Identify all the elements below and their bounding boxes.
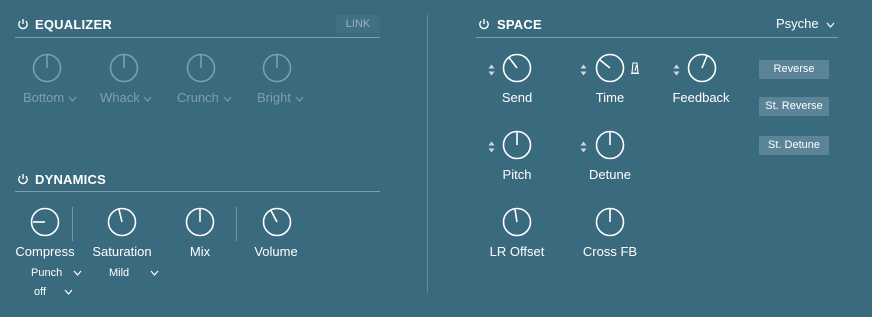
- detune-knob[interactable]: [595, 130, 625, 160]
- saturation-label: Saturation: [92, 244, 152, 259]
- bright-knob[interactable]: [262, 53, 292, 83]
- tempo-sync-icon[interactable]: [631, 61, 639, 79]
- crunch-selector[interactable]: Crunch: [177, 90, 232, 105]
- send-knob[interactable]: [502, 53, 532, 83]
- feedback-knob[interactable]: [687, 53, 717, 83]
- bottom-knob[interactable]: [32, 53, 62, 83]
- crunch-label: Crunch: [177, 90, 219, 105]
- equalizer-divider: [15, 37, 380, 38]
- chevron-down-icon: [68, 96, 77, 102]
- pitch-mod-arrows-icon[interactable]: [488, 140, 495, 153]
- equalizer-power-icon[interactable]: [17, 18, 29, 30]
- compress-label: Compress: [15, 244, 75, 259]
- volume-knob[interactable]: [262, 207, 292, 237]
- equalizer-title: EQUALIZER: [35, 17, 112, 32]
- compress-mode-selector[interactable]: Punch: [31, 267, 82, 279]
- lr-offset-knob[interactable]: [502, 207, 532, 237]
- lr-offset-label: LR Offset: [489, 244, 545, 259]
- space-power-icon[interactable]: [478, 18, 490, 30]
- compress-mode-value: Punch: [31, 267, 63, 279]
- compress-sub-value: off: [34, 286, 47, 298]
- pitch-label: Pitch: [502, 167, 532, 182]
- reverse-button[interactable]: Reverse: [759, 60, 829, 79]
- send-mod-arrows-icon[interactable]: [488, 63, 495, 76]
- dynamics-title: DYNAMICS: [35, 172, 106, 187]
- crunch-knob[interactable]: [186, 53, 216, 83]
- saturation-mode-selector[interactable]: Mild: [109, 267, 159, 279]
- space-title: SPACE: [497, 17, 542, 32]
- feedback-label: Feedback: [672, 90, 730, 105]
- send-label: Send: [501, 90, 533, 105]
- st-reverse-button[interactable]: St. Reverse: [759, 97, 829, 116]
- time-knob[interactable]: [595, 53, 625, 83]
- mix-knob[interactable]: [185, 207, 215, 237]
- compress-knob[interactable]: [30, 207, 60, 237]
- bottom-label: Bottom: [23, 90, 65, 105]
- section-divider: [427, 15, 428, 293]
- compress-sub-selector[interactable]: off: [34, 286, 73, 298]
- detune-label: Detune: [589, 167, 631, 182]
- chevron-down-icon: [143, 96, 152, 102]
- detune-mod-arrows-icon[interactable]: [580, 140, 587, 153]
- chevron-down-icon: [64, 289, 73, 296]
- whack-label: Whack: [100, 90, 140, 105]
- cross-fb-label: Cross FB: [582, 244, 638, 259]
- link-button[interactable]: LINK: [336, 15, 380, 33]
- saturation-knob[interactable]: [107, 207, 137, 237]
- chevron-down-icon: [73, 270, 82, 277]
- dynamics-power-icon[interactable]: [17, 173, 29, 185]
- st-detune-button[interactable]: St. Detune: [759, 136, 829, 155]
- pitch-knob[interactable]: [502, 130, 532, 160]
- whack-selector[interactable]: Whack: [100, 90, 152, 105]
- dynamics-divider: [15, 191, 380, 192]
- feedback-mod-arrows-icon[interactable]: [673, 63, 680, 76]
- bright-label: Bright: [257, 90, 291, 105]
- saturation-mode-value: Mild: [109, 267, 130, 279]
- space-preset-value: Psyche: [776, 16, 819, 31]
- bottom-selector[interactable]: Bottom: [23, 90, 77, 105]
- cross-fb-knob[interactable]: [595, 207, 625, 237]
- time-label: Time: [595, 90, 625, 105]
- whack-knob[interactable]: [109, 53, 139, 83]
- space-preset-selector[interactable]: Psyche: [776, 16, 835, 31]
- mix-label: Mix: [189, 244, 211, 259]
- dynamics-separator: [236, 207, 237, 241]
- chevron-down-icon: [826, 22, 835, 28]
- space-divider: [476, 37, 838, 38]
- volume-label: Volume: [254, 244, 298, 259]
- chevron-down-icon: [295, 96, 304, 102]
- dynamics-separator: [72, 207, 73, 241]
- time-mod-arrows-icon[interactable]: [580, 63, 587, 76]
- chevron-down-icon: [223, 96, 231, 102]
- bright-selector[interactable]: Bright: [257, 90, 304, 105]
- chevron-down-icon: [150, 270, 159, 277]
